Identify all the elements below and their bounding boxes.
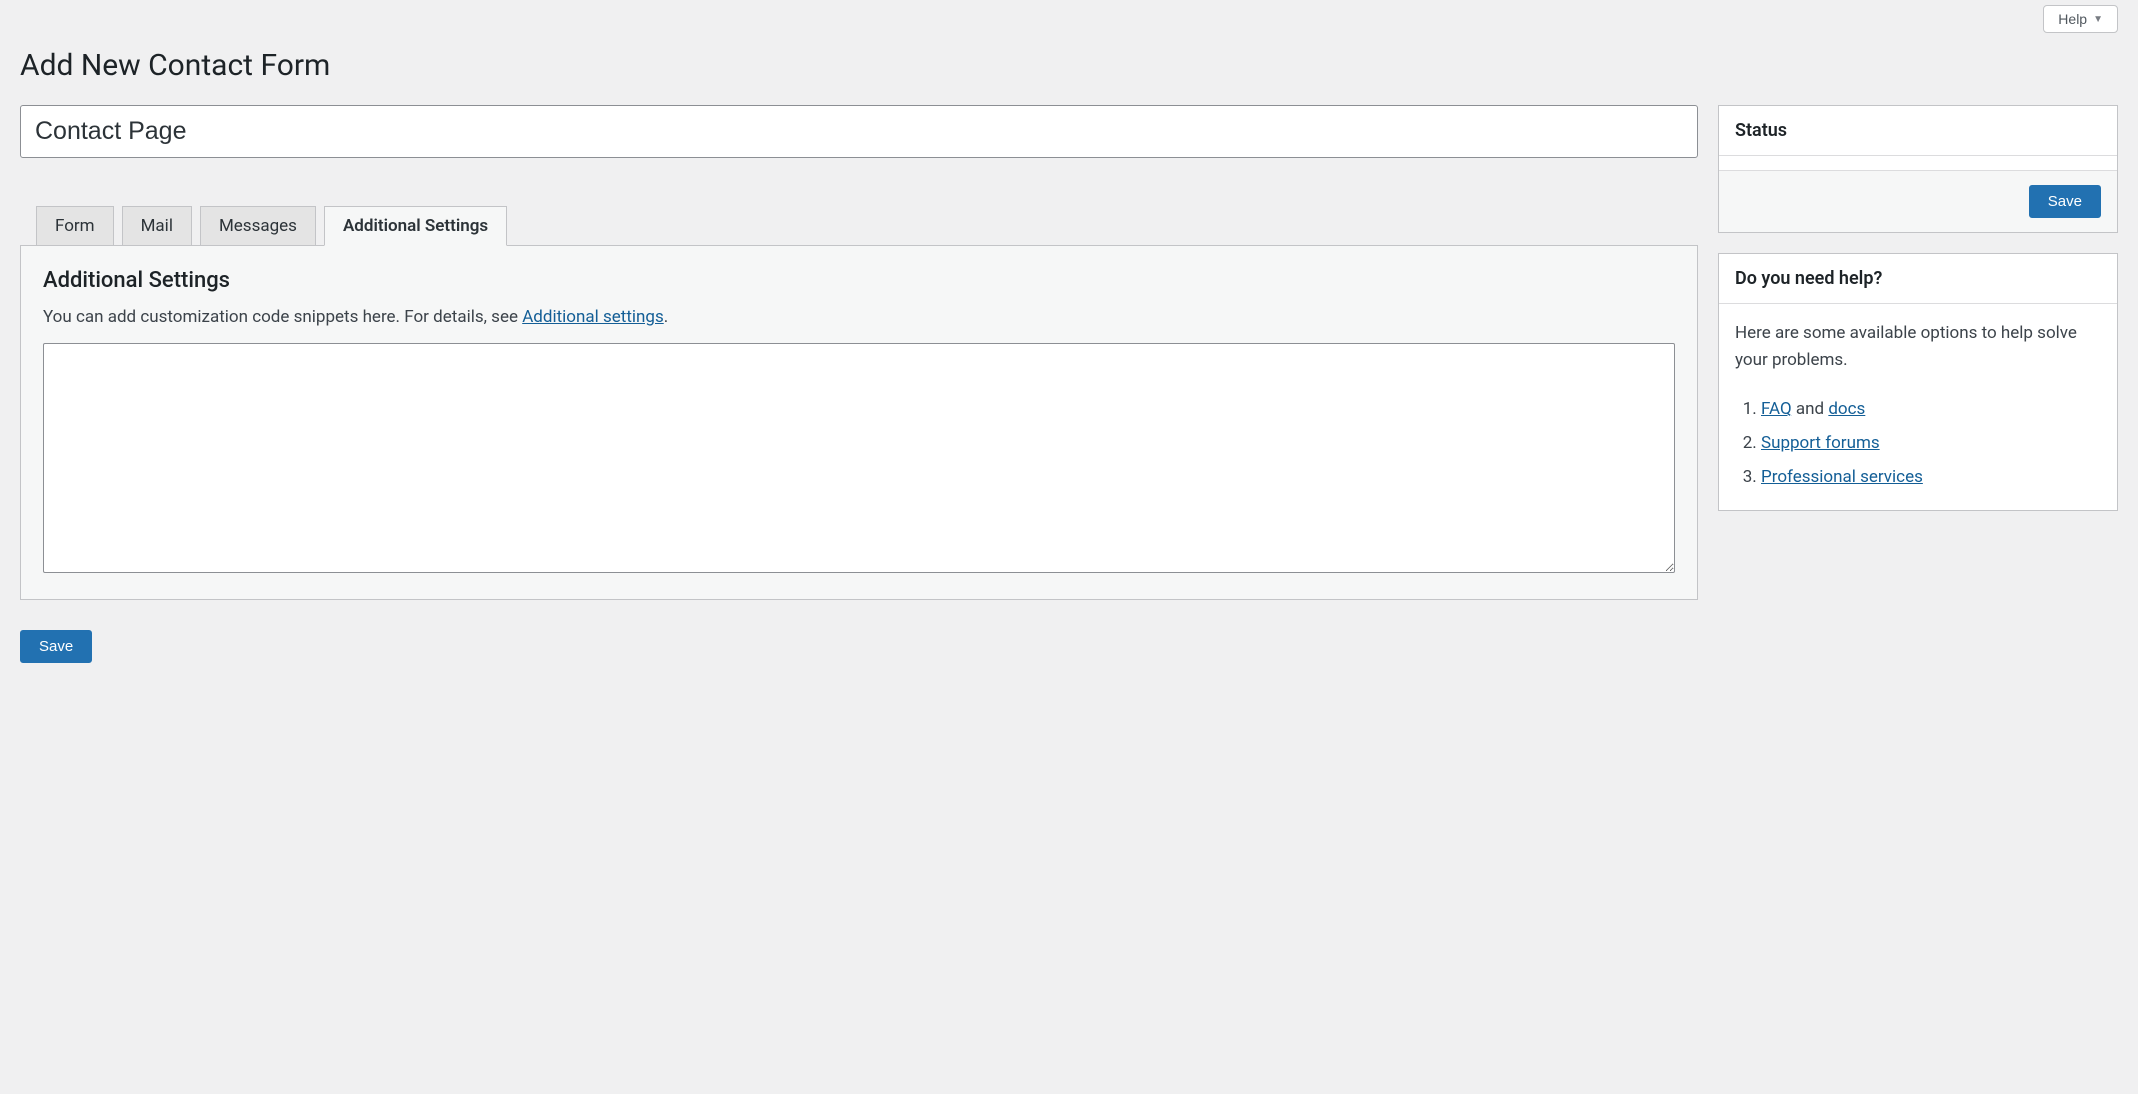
faq-mid: and: [1792, 399, 1829, 419]
save-button-sidebar-label: Save: [2048, 193, 2082, 210]
faq-link[interactable]: FAQ: [1761, 399, 1792, 419]
docs-link[interactable]: docs: [1828, 399, 1865, 419]
page-title: Add New Contact Form: [20, 48, 2118, 83]
help-list: FAQ and docs Support forums Professional…: [1735, 392, 2101, 494]
tab-mail[interactable]: Mail: [122, 206, 192, 245]
save-button-sidebar[interactable]: Save: [2029, 185, 2101, 218]
status-footer: Save: [1719, 170, 2117, 232]
chevron-down-icon: ▼: [2093, 14, 2103, 25]
save-button-bottom-label: Save: [39, 638, 73, 655]
status-body: [1719, 156, 2117, 170]
support-forums-link[interactable]: Support forums: [1761, 433, 1880, 453]
tab-panel-additional-settings: Additional Settings You can add customiz…: [20, 245, 1698, 600]
panel-desc-prefix: You can add customization code snippets …: [43, 307, 522, 327]
status-header: Status: [1719, 106, 2117, 156]
help-intro: Here are some available options to help …: [1735, 320, 2101, 374]
help-item-faq: FAQ and docs: [1761, 392, 2101, 426]
form-title-input[interactable]: [20, 105, 1698, 158]
help-button[interactable]: Help ▼: [2043, 5, 2118, 33]
tab-form[interactable]: Form: [36, 206, 114, 245]
help-header: Do you need help?: [1719, 254, 2117, 304]
status-title: Status: [1735, 120, 2101, 141]
additional-settings-link[interactable]: Additional settings: [522, 307, 664, 327]
help-title: Do you need help?: [1735, 268, 2101, 289]
help-metabox: Do you need help? Here are some availabl…: [1718, 253, 2118, 511]
main-column: Form Mail Messages Additional Settings A…: [20, 105, 1698, 663]
help-item-pro: Professional services: [1761, 460, 2101, 494]
professional-services-link[interactable]: Professional services: [1761, 467, 1923, 487]
tab-form-label: Form: [55, 216, 95, 236]
tab-additional-settings[interactable]: Additional Settings: [324, 206, 507, 246]
help-body: Here are some available options to help …: [1719, 304, 2117, 510]
save-button-bottom[interactable]: Save: [20, 630, 92, 663]
help-item-support: Support forums: [1761, 426, 2101, 460]
help-button-label: Help: [2058, 11, 2087, 27]
tab-messages[interactable]: Messages: [200, 206, 316, 245]
tab-messages-label: Messages: [219, 216, 297, 236]
panel-desc-suffix: .: [664, 307, 668, 327]
panel-description: You can add customization code snippets …: [43, 307, 1675, 327]
tabs-nav: Form Mail Messages Additional Settings: [36, 206, 1698, 245]
sidebar-column: Status Save Do you need help? Here are s…: [1718, 105, 2118, 531]
tab-mail-label: Mail: [141, 216, 173, 236]
additional-settings-textarea[interactable]: [43, 343, 1675, 573]
panel-heading: Additional Settings: [43, 268, 1675, 293]
status-metabox: Status Save: [1718, 105, 2118, 233]
tab-additional-label: Additional Settings: [343, 216, 488, 236]
